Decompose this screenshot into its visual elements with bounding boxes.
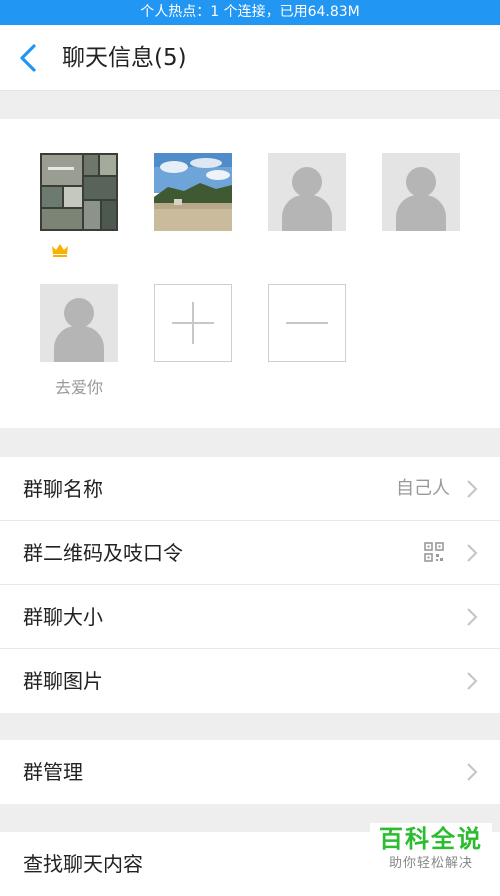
group-manage-row[interactable]: 群管理	[0, 740, 500, 804]
default-avatar-icon	[268, 153, 346, 231]
group-name-label: 群聊名称	[23, 477, 103, 501]
status-bar: 个人热点：1 个连接，已用64.83M	[0, 0, 500, 25]
back-arrow-icon[interactable]	[16, 43, 40, 73]
member-avatar	[154, 153, 232, 231]
chevron-right-icon	[467, 544, 478, 562]
member-name: 去爱你	[54, 378, 103, 397]
owner-crown-icon	[52, 244, 68, 257]
group-name-value: 自己人	[396, 478, 450, 499]
group-size-label: 群聊大小	[23, 605, 103, 629]
qr-code-icon	[424, 542, 444, 562]
default-avatar-icon	[40, 284, 118, 362]
group-qr-code-label: 群二维码及吱口令	[23, 541, 183, 565]
chevron-right-icon	[467, 608, 478, 626]
remove-member-button[interactable]	[268, 284, 346, 362]
nav-bar: 聊天信息(5)	[0, 25, 500, 91]
member-avatar	[40, 153, 118, 231]
chevron-right-icon	[467, 763, 478, 781]
group-manage-label: 群管理	[23, 760, 83, 784]
group-images-label: 群聊图片	[23, 669, 103, 693]
default-avatar-icon	[382, 153, 460, 231]
settings-group-info: 群聊名称 自己人 群二维码及吱口令 群聊大小 群聊图片	[0, 457, 500, 713]
status-text: 个人热点：1 个连接，已用64.83M	[140, 4, 360, 20]
member-item[interactable]	[268, 153, 346, 231]
page-title: 聊天信息(5)	[62, 45, 187, 71]
member-item[interactable]	[40, 153, 118, 257]
group-size-row[interactable]: 群聊大小	[0, 585, 500, 649]
search-history-label: 查找聊天内容	[23, 852, 143, 876]
group-name-row[interactable]: 群聊名称 自己人	[0, 457, 500, 521]
watermark-logo: 百科全说 助你轻松解决	[370, 823, 492, 881]
chevron-right-icon	[467, 672, 478, 690]
add-member-button[interactable]	[154, 284, 232, 362]
group-images-row[interactable]: 群聊图片	[0, 649, 500, 713]
group-qr-code-row[interactable]: 群二维码及吱口令	[0, 521, 500, 585]
watermark-title: 百科全说	[379, 825, 483, 853]
member-item[interactable]	[382, 153, 460, 231]
member-item[interactable]	[154, 153, 232, 231]
member-grid: 去爱你	[0, 119, 500, 428]
member-item[interactable]: 去爱你	[40, 284, 118, 397]
settings-group-manage: 群管理	[0, 740, 500, 804]
chevron-right-icon	[467, 480, 478, 498]
watermark-subtitle: 助你轻松解决	[388, 856, 473, 871]
